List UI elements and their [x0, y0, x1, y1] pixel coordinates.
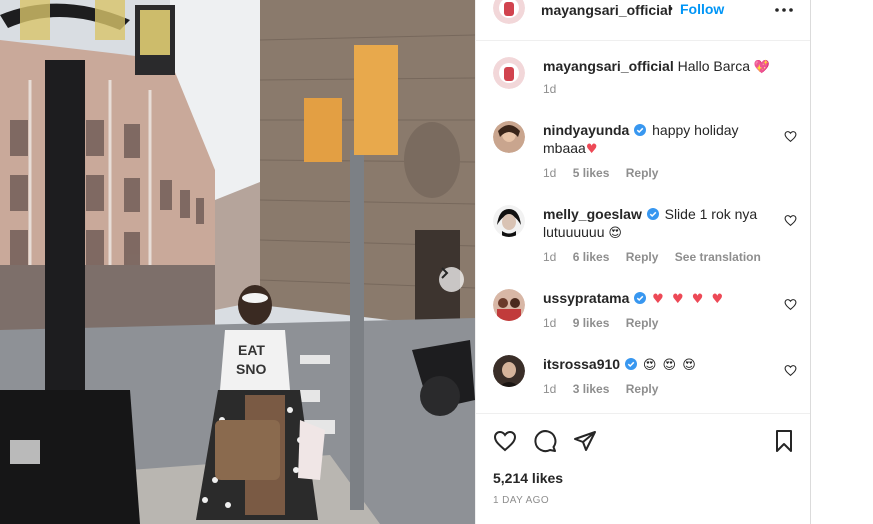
- comment-username[interactable]: ussypratama: [543, 290, 629, 306]
- author-avatar[interactable]: [493, 57, 525, 89]
- commenter-avatar[interactable]: [493, 355, 525, 387]
- comment-time: 1d: [543, 166, 557, 180]
- bookmark-icon[interactable]: [772, 429, 796, 453]
- post-actions: 5,214 likes 1 DAY AGO: [476, 413, 811, 524]
- comment-meta: 1d 9 likes Reply: [543, 316, 671, 330]
- caption-emoji: 💖: [753, 60, 771, 75]
- post-time-ago: 1 DAY AGO: [493, 495, 550, 506]
- heart-icon[interactable]: [784, 130, 797, 143]
- heart-icon[interactable]: [784, 298, 797, 311]
- comment-username[interactable]: itsrossa910: [543, 356, 620, 372]
- verified-badge-icon: [634, 124, 647, 136]
- chevron-right-icon: [441, 267, 449, 279]
- likes-count[interactable]: 5,214 likes: [493, 470, 563, 486]
- author-username[interactable]: mayangsari_official: [541, 2, 672, 18]
- reply-button[interactable]: Reply: [626, 250, 659, 264]
- svg-text:SNO: SNO: [236, 361, 266, 377]
- comment-username[interactable]: nindyayunda: [543, 122, 629, 138]
- comment-time: 1d: [543, 316, 557, 330]
- comments-list: mayangsari_official Hallo Barca 💖 1d nin…: [476, 41, 811, 413]
- comment-meta: 1d 6 likes Reply See translation: [543, 250, 774, 264]
- verified-badge-icon: [624, 358, 637, 370]
- page-background-gutter: [810, 0, 873, 524]
- comment-likes[interactable]: 9 likes: [573, 316, 610, 330]
- comment-emoji: ♥: [585, 142, 598, 157]
- comment-emoji: 😍: [608, 226, 622, 241]
- comment-meta: 1d 5 likes Reply: [543, 166, 671, 180]
- comment-emoji: ♥ ♥ ♥ ♥: [652, 292, 726, 307]
- reply-button[interactable]: Reply: [626, 316, 659, 330]
- verified-badge-icon: [634, 292, 647, 304]
- next-slide-button[interactable]: [439, 267, 464, 292]
- comment-time: 1d: [543, 382, 557, 396]
- comment-time: 1d: [543, 250, 557, 264]
- commenter-avatar[interactable]: [493, 289, 525, 321]
- comment-likes[interactable]: 5 likes: [573, 166, 610, 180]
- follow-button[interactable]: Follow: [680, 1, 724, 17]
- comment-icon[interactable]: [533, 429, 557, 453]
- comment-emoji: 😍 😍 😍: [642, 358, 697, 373]
- post-photo: EAT SNO: [0, 0, 475, 524]
- street-scene-image: EAT SNO: [0, 0, 475, 524]
- heart-icon[interactable]: [784, 214, 797, 227]
- paper-plane-icon[interactable]: [573, 429, 597, 453]
- heart-icon[interactable]: [493, 429, 517, 453]
- more-options-icon[interactable]: [772, 0, 796, 20]
- comment-meta: 1d 3 likes Reply: [543, 382, 671, 396]
- commenter-avatar[interactable]: [493, 121, 525, 153]
- author-avatar[interactable]: [493, 0, 525, 24]
- caption-username[interactable]: mayangsari_official: [543, 58, 674, 74]
- comment-username[interactable]: melly_goeslaw: [543, 206, 642, 222]
- commenter-avatar[interactable]: [493, 205, 525, 237]
- post-header: mayangsari_official • Follow: [476, 0, 811, 41]
- reply-button[interactable]: Reply: [626, 166, 659, 180]
- caption-meta: 1d: [543, 82, 569, 96]
- comment-likes[interactable]: 6 likes: [573, 250, 610, 264]
- caption-text: Hallo Barca: [677, 58, 750, 74]
- caption-time: 1d: [543, 82, 557, 96]
- reply-button[interactable]: Reply: [626, 382, 659, 396]
- verified-badge-icon: [646, 208, 659, 220]
- see-translation-link[interactable]: See translation: [675, 250, 761, 264]
- separator-dot: •: [668, 0, 673, 16]
- svg-text:EAT: EAT: [238, 342, 265, 358]
- post-details-panel: mayangsari_official • Follow mayangsari_…: [475, 0, 811, 524]
- comment-likes[interactable]: 3 likes: [573, 382, 610, 396]
- heart-icon[interactable]: [784, 364, 797, 377]
